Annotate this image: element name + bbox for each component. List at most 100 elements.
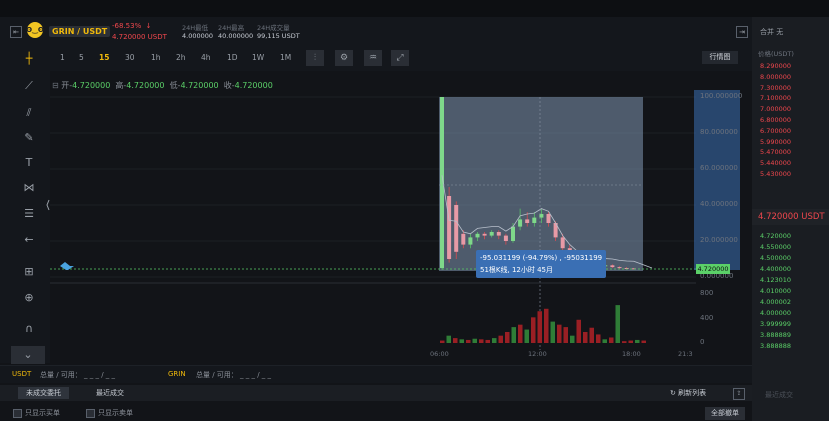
refresh-list-button[interactable]: ↻ 刷新列表 xyxy=(670,388,706,398)
bid-price[interactable]: 4.000000 xyxy=(760,309,791,317)
current-price-tag: 4.720000 xyxy=(696,264,730,274)
volume-bar xyxy=(524,329,529,343)
volume-bar xyxy=(641,340,646,343)
ask-price[interactable]: 7.100000 xyxy=(760,94,791,102)
grin-balance: 总量 / 可用： _ _ _ / _ _ xyxy=(196,371,272,379)
volume-bar xyxy=(459,339,464,343)
volume-bar xyxy=(576,319,581,343)
tab-open-orders[interactable]: 未成交委托 xyxy=(18,387,69,399)
tooltip-line-2: 51根K线, 12小时 45月 xyxy=(480,266,553,274)
sell-only-checkbox[interactable] xyxy=(86,409,95,418)
ask-price[interactable]: 5.470000 xyxy=(760,148,791,156)
refresh-icon: ↻ xyxy=(670,389,676,397)
volume-bar xyxy=(563,327,568,343)
bid-price[interactable]: 4.400000 xyxy=(760,265,791,273)
ask-price[interactable]: 6.700000 xyxy=(760,127,791,135)
scroll-handle-icon xyxy=(46,199,50,211)
volume-bar xyxy=(485,339,490,343)
time-tick-label: 12:00 xyxy=(528,350,547,358)
bid-price[interactable]: 4.123010 xyxy=(760,276,791,284)
buy-only-checkbox[interactable] xyxy=(13,409,22,418)
volume-bar xyxy=(492,338,497,343)
price-column-label: 价格(USDT) xyxy=(758,50,794,58)
volume-bar xyxy=(622,341,627,343)
time-tick-label: 21:3 xyxy=(678,350,693,358)
volume-bar xyxy=(609,337,614,343)
candle-body xyxy=(461,233,466,245)
refresh-label: 刷新列表 xyxy=(678,389,707,397)
candle-body xyxy=(511,226,515,241)
volume-bar xyxy=(479,339,484,343)
volume-bar xyxy=(557,324,562,343)
bid-price[interactable]: 4.000002 xyxy=(760,298,791,306)
candle-body xyxy=(468,237,473,245)
buy-only-label: 只显示买单 xyxy=(25,409,60,417)
volume-bars xyxy=(440,305,646,343)
order-book-current-price: 4.720000 USDT xyxy=(752,209,829,225)
bid-price[interactable]: 4.010000 xyxy=(760,287,791,295)
candle-body xyxy=(496,232,501,236)
candle-body xyxy=(482,233,487,236)
candle-body xyxy=(489,232,494,236)
ask-price[interactable]: 7.000000 xyxy=(760,105,791,113)
ask-price[interactable]: 6.800000 xyxy=(760,116,791,124)
candle-body xyxy=(475,233,480,238)
candle-body xyxy=(525,219,530,223)
volume-bar xyxy=(440,340,445,343)
candle-body xyxy=(447,196,452,259)
volume-bar xyxy=(550,321,555,343)
bid-price[interactable]: 3.888889 xyxy=(760,331,791,339)
ask-price[interactable]: 5.440000 xyxy=(760,159,791,167)
volume-bar xyxy=(472,338,477,343)
export-icon[interactable]: ⇪ xyxy=(733,388,745,400)
price-tick-label: 80.000000 xyxy=(700,128,738,136)
time-tick-label: 06:00 xyxy=(430,350,449,358)
volume-bar xyxy=(466,339,471,343)
volume-bar xyxy=(602,339,607,343)
recent-trades-label[interactable]: 最近成交 xyxy=(765,390,793,400)
volume-bar xyxy=(544,308,549,343)
sell-only-label: 只显示卖单 xyxy=(98,409,133,417)
bid-price[interactable]: 3.888888 xyxy=(760,342,791,350)
ask-price[interactable]: 5.430000 xyxy=(760,170,791,178)
price-tick-label: 100.000000 xyxy=(700,92,743,100)
candle-body xyxy=(617,267,622,269)
usdt-balance: 总量 / 可用： _ _ _ / _ _ xyxy=(40,371,116,379)
measure-selection-box xyxy=(439,97,643,271)
bid-price[interactable]: 4.720000 xyxy=(760,232,791,240)
volume-bar xyxy=(518,324,523,343)
volume-bar xyxy=(583,332,588,343)
candlestick-chart[interactable] xyxy=(0,0,829,421)
price-tick-label: 60.000000 xyxy=(700,164,738,172)
volume-tick-label: 0 xyxy=(700,338,705,346)
time-tick-label: 18:00 xyxy=(622,350,641,358)
volume-bar xyxy=(570,335,575,343)
volume-bar xyxy=(537,311,542,343)
candle-body xyxy=(546,214,551,223)
volume-bar xyxy=(505,332,510,343)
price-tick-label: 20.000000 xyxy=(700,236,738,244)
volume-bar xyxy=(498,335,503,343)
candle-body xyxy=(560,237,565,249)
tab-recent-trades[interactable]: 最近成交 xyxy=(88,387,132,399)
volume-bar xyxy=(446,335,451,343)
ask-price[interactable]: 5.990000 xyxy=(760,138,791,146)
candle-body xyxy=(532,217,537,223)
ask-price[interactable]: 7.300000 xyxy=(760,84,791,92)
volume-bar xyxy=(511,327,516,343)
bid-price[interactable]: 3.999999 xyxy=(760,320,791,328)
volume-bar xyxy=(635,339,640,343)
ask-price[interactable]: 8.000000 xyxy=(760,73,791,81)
candle-body xyxy=(503,235,508,241)
volume-bar xyxy=(615,305,620,343)
volume-bar xyxy=(596,334,601,343)
merge-depth-select[interactable]: 合并 无 xyxy=(760,27,783,37)
measure-tooltip: -95.031199 (-94.79%) , -95031199 51根K线, … xyxy=(476,250,606,278)
bid-price[interactable]: 4.550000 xyxy=(760,243,791,251)
candle-body xyxy=(454,205,459,252)
volume-bar xyxy=(531,317,536,343)
cancel-all-button[interactable]: 全部撤单 xyxy=(705,407,745,420)
ask-price[interactable]: 8.290000 xyxy=(760,62,791,70)
bid-price[interactable]: 4.500000 xyxy=(760,254,791,262)
price-tick-label: 40.000000 xyxy=(700,200,738,208)
